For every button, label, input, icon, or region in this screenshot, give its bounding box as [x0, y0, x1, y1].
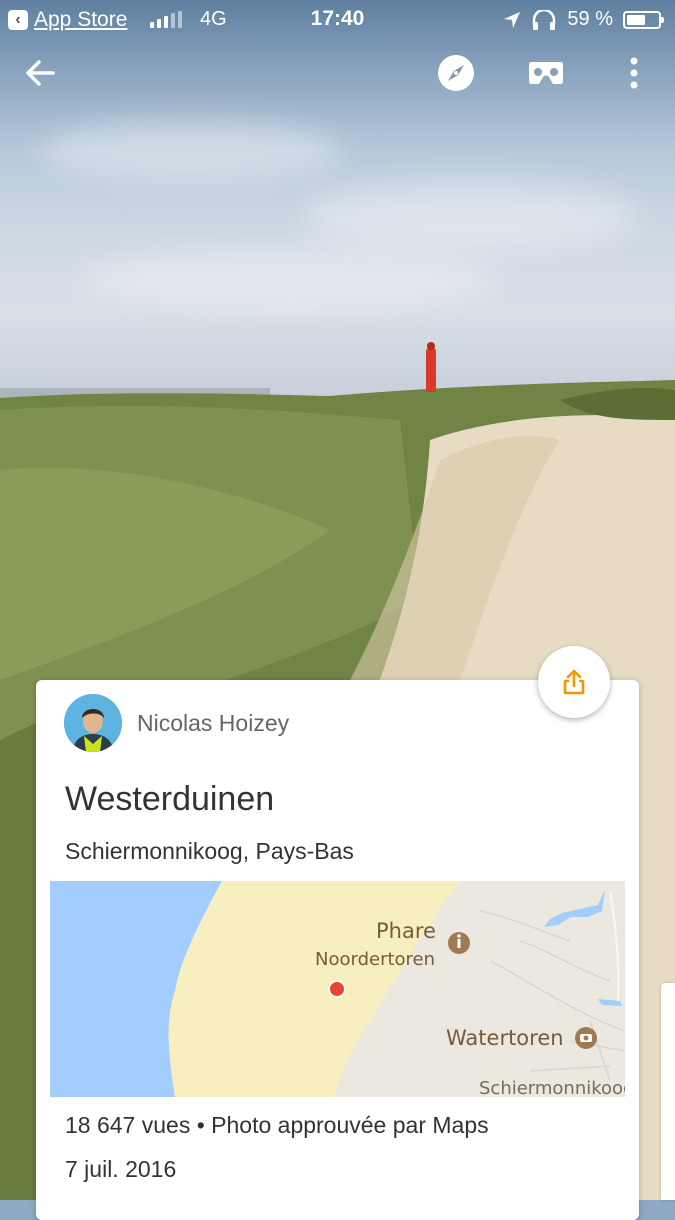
cloud: [40, 120, 340, 180]
compass-icon[interactable]: [434, 51, 478, 95]
battery-icon: [623, 10, 664, 29]
photo-date: 7 juil. 2016: [65, 1156, 177, 1182]
map-label-watertoren: Watertoren: [446, 1026, 564, 1050]
avatar[interactable]: [64, 694, 122, 752]
cloud: [300, 180, 640, 250]
author-name[interactable]: Nicolas Hoizey: [137, 710, 289, 737]
map-tiles: [50, 881, 625, 1097]
share-button[interactable]: [538, 646, 610, 718]
lighthouse: [426, 342, 436, 392]
viewer-toolbar: [0, 45, 675, 105]
more-vertical-icon[interactable]: [614, 51, 654, 95]
status-bar: ‹ App Store 4G 17:40 59 %: [0, 0, 675, 40]
map-label-noordertoren: Noordertoren: [315, 949, 436, 970]
place-subtitle: Schiermonnikoog, Pays-Bas: [65, 838, 354, 864]
map-label-phare: Phare: [376, 919, 436, 943]
location-arrow-icon: [504, 11, 521, 28]
map-label-town: Schiermonnikoog: [479, 1078, 625, 1097]
battery-level: [627, 14, 645, 25]
photo-info-card[interactable]: Nicolas Hoizey Westerduinen Schiermonnik…: [36, 680, 639, 1220]
headphones-icon: [533, 9, 556, 30]
cardboard-vr-icon[interactable]: [524, 51, 568, 95]
location-map[interactable]: Phare Noordertoren Watertoren Schiermonn…: [50, 881, 625, 1097]
arrow-left-icon[interactable]: [18, 51, 62, 95]
battery-percent: 59 %: [567, 8, 613, 30]
place-title: Westerduinen: [65, 780, 275, 818]
cloud: [80, 250, 500, 310]
photo-stats: 18 647 vues • Photo approuvée par Maps: [65, 1112, 489, 1138]
adjacent-card-edge[interactable]: [661, 983, 675, 1200]
share-icon: [563, 669, 585, 695]
